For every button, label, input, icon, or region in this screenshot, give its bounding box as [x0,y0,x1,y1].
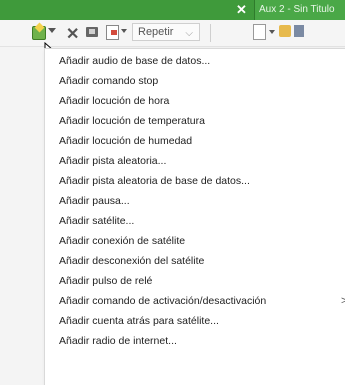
close-icon[interactable]: ✕ [236,2,247,18]
menu-item-label: Añadir pulso de relé [59,275,153,287]
dropdown-arrow-icon[interactable] [269,30,275,34]
menu-item[interactable]: Añadir comando stop [45,71,345,91]
menu-item-label: Añadir locución de hora [59,95,170,107]
menu-item[interactable]: Añadir locución de hora [45,91,345,111]
menu-item[interactable]: Añadir conexión de satélite [45,231,345,251]
title-bar: ✕ Aux 2 - Sin Titulo [0,0,345,20]
add-green-icon[interactable] [32,26,46,40]
menu-item[interactable]: Añadir pista aleatoria... [45,151,345,171]
toolbar-divider [210,24,211,42]
menu-item-label: Añadir comando de activación/desactivaci… [59,295,267,307]
menu-item[interactable]: Añadir satélite... [45,211,345,231]
submenu-arrow-icon: > [341,295,345,307]
menu-item-label: Añadir conexión de satélite [59,235,186,247]
menu-item-label: Añadir locución de humedad [59,135,193,147]
open-folder-icon[interactable] [279,25,291,37]
menu-item[interactable]: Añadir pista aleatoria de base de datos.… [45,171,345,191]
menu-item-label: Añadir comando stop [59,75,159,87]
menu-item-label: Añadir pausa... [59,195,130,207]
menu-item[interactable]: Añadir comando de activación/desactivaci… [45,291,345,311]
dropdown-arrow-icon[interactable] [121,29,127,33]
chevron-down-icon: ⌵ [185,28,193,39]
menu-item-label: Añadir pista aleatoria... [59,155,167,167]
delete-x-icon[interactable]: ✕ [66,24,79,44]
menu-item[interactable]: Añadir audio de base de datos... [45,51,345,71]
dropdown-arrow-icon[interactable] [48,28,56,33]
menu-item[interactable]: Añadir cuenta atrás para satélite... [45,311,345,331]
menu-item[interactable]: Añadir radio de internet... [45,331,345,351]
menu-item-label: Añadir audio de base de datos... [59,55,211,67]
menu-item-label: Añadir pista aleatoria de base de datos.… [59,175,250,187]
tab-aux-2[interactable]: Aux 2 - Sin Titulo [254,0,345,20]
insert-box-icon[interactable] [86,27,98,37]
repeat-select[interactable]: Repetir ⌵ [132,23,200,41]
new-document-icon[interactable] [253,24,266,40]
menu-item-label: Añadir desconexión del satélite [59,255,205,267]
menu-item-label: Añadir locución de temperatura [59,115,205,127]
repeat-select-value: Repetir [138,26,174,38]
menu-item[interactable]: Añadir desconexión del satélite [45,251,345,271]
menu-item-label: Añadir satélite... [59,215,135,227]
menu-item-label: Añadir radio de internet... [59,335,177,347]
context-menu: Añadir audio de base de datos... Añadir c… [44,48,345,385]
menu-item[interactable]: Añadir pausa... [45,191,345,211]
doc-insert-icon[interactable] [106,25,119,40]
menu-item[interactable]: Añadir pulso de relé [45,271,345,291]
menu-item[interactable]: Añadir locución de humedad [45,131,345,151]
menu-item-label: Añadir cuenta atrás para satélite... [59,315,219,327]
menu-item[interactable]: Añadir locución de temperatura [45,111,345,131]
save-icon[interactable] [294,25,304,37]
